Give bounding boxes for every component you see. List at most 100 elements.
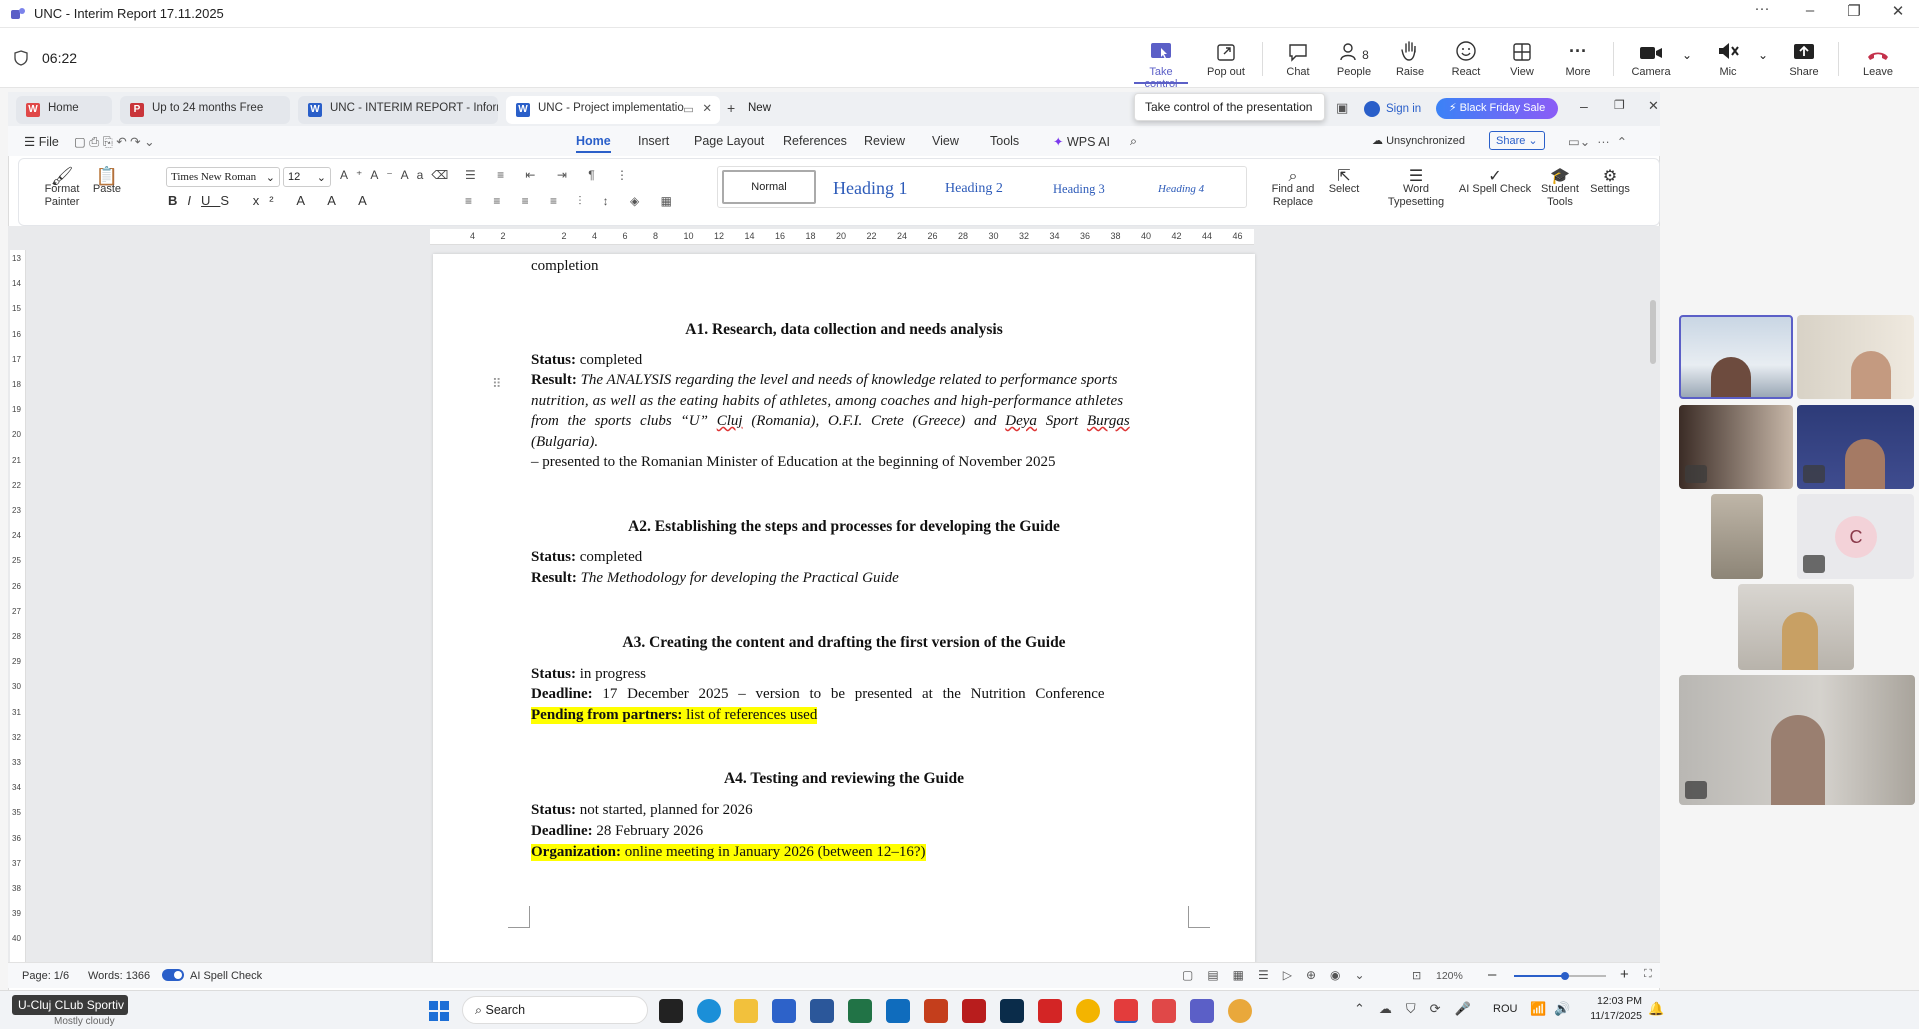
participant-video-tile[interactable] (1797, 315, 1914, 399)
alignment-tools[interactable]: ≡ ≡ ≡ ≡ ⫶ ↕ ◈ ▦ (465, 194, 681, 209)
paste-button[interactable]: 📋 Paste (88, 167, 126, 196)
tab-close-icon[interactable]: ✕ (702, 101, 712, 115)
menu-references[interactable]: References (783, 134, 847, 148)
camera-options-chevron-icon[interactable]: ⌄ (1682, 48, 1692, 62)
participant-video-tile[interactable] (1797, 405, 1914, 489)
font-size-tools[interactable]: A⁺A⁻Aa⌫ (340, 168, 456, 182)
more-button[interactable]: ··· More (1551, 34, 1605, 84)
word-typesetting-button[interactable]: ☰ Word Typesetting (1384, 169, 1448, 209)
format-painter-button[interactable]: 🖌 Format Painter (40, 167, 84, 209)
menu-file[interactable]: ☰ File (24, 134, 59, 149)
menu-wps-ai[interactable]: ✦ WPS AI (1053, 134, 1110, 149)
raise-hand-button[interactable]: Raise (1383, 34, 1437, 84)
settings-button[interactable]: ⚙ Settings (1586, 169, 1634, 196)
take-control-button[interactable]: Take control (1134, 34, 1188, 90)
sign-in-button[interactable]: Sign in (1364, 98, 1421, 120)
notification-icon[interactable]: 🔔 (1648, 1001, 1664, 1017)
clock-date[interactable]: 11/17/2025 (1580, 1010, 1642, 1022)
quick-access-icons[interactable]: ▢ ⎙ ⎘ ↶ ↷ ⌄ (74, 134, 155, 150)
student-tools-button[interactable]: 🎓 Student Tools (1538, 169, 1582, 209)
menu-review[interactable]: Review (864, 134, 905, 148)
people-button[interactable]: 8 People (1327, 34, 1381, 84)
photoshop-icon[interactable] (1000, 999, 1024, 1023)
pop-out-button[interactable]: Pop out (1199, 34, 1253, 84)
tab-home[interactable]: W Home (16, 96, 112, 124)
participant-video-tile[interactable] (1738, 584, 1854, 670)
excel-icon[interactable] (848, 999, 872, 1023)
acrobat-icon[interactable] (1038, 999, 1062, 1023)
camera-button[interactable]: Camera (1624, 34, 1678, 84)
find-replace-button[interactable]: ⌕ Find and Replace (1268, 169, 1318, 209)
close-icon[interactable]: ✕ (1878, 2, 1918, 20)
page-count[interactable]: Page: 1/6 (22, 970, 69, 982)
language-indicator[interactable]: ROU (1493, 1003, 1517, 1015)
share-button[interactable]: Share (1777, 34, 1831, 84)
wps-taskbar-icon[interactable] (1114, 999, 1138, 1023)
menu-tools[interactable]: Tools (990, 134, 1019, 148)
powerpoint-icon[interactable] (924, 999, 948, 1023)
wps-close-icon[interactable]: ✕ (1648, 98, 1659, 114)
ai-spell-check-button[interactable]: ✓ AI Spell Check (1456, 169, 1534, 196)
vertical-scrollbar[interactable] (1650, 300, 1656, 364)
system-tray-icons[interactable]: ⌃☁⛉⟳🎤 (1354, 1001, 1485, 1017)
style-heading-3[interactable]: Heading 3 (1053, 168, 1105, 208)
windows-start-icon[interactable] (428, 1000, 450, 1022)
menu-view[interactable]: View (932, 134, 959, 148)
wps-minimize-icon[interactable]: – (1580, 98, 1588, 114)
font-family-select[interactable]: Times New Roman ⌄ (166, 167, 280, 187)
window-layout-icon[interactable]: ▣ (1336, 100, 1348, 116)
vertical-ruler[interactable]: 13 14 15 16 17 18 19 20 21 22 23 24 25 26 27 28 29 30 31 32… (10, 250, 26, 962)
menu-search-icon[interactable]: ⌕ (1130, 134, 1137, 149)
minimize-icon[interactable]: – (1790, 2, 1830, 19)
outlook-icon[interactable] (886, 999, 910, 1023)
zoom-in-icon[interactable]: + (1620, 966, 1629, 983)
leave-button[interactable]: Leave (1851, 34, 1905, 84)
edge-icon[interactable] (697, 999, 721, 1023)
font-size-select[interactable]: 12 ⌄ (283, 167, 331, 187)
share-doc-button[interactable]: Share ⌄ (1489, 131, 1545, 150)
menu-page-layout[interactable]: Page Layout (694, 134, 764, 148)
menu-insert[interactable]: Insert (638, 134, 669, 148)
zoom-out-icon[interactable]: – (1488, 966, 1496, 983)
horizontal-ruler[interactable]: 4 2 2 4 6 8 10 12 14 16 18 20 22 24 26 28 30 32 34 36 38 40 42… (430, 229, 1254, 245)
clock-time[interactable]: 12:03 PM (1590, 995, 1642, 1007)
participant-video-tile[interactable] (1711, 494, 1763, 579)
mic-options-chevron-icon[interactable]: ⌄ (1758, 48, 1768, 62)
mic-button[interactable]: Mic (1701, 34, 1755, 84)
app-icon[interactable] (962, 999, 986, 1023)
title-more-icon[interactable]: ··· (1742, 0, 1782, 17)
style-normal[interactable]: Normal (722, 170, 816, 204)
style-heading-2[interactable]: Heading 2 (945, 168, 1003, 208)
view-button[interactable]: View (1495, 34, 1549, 84)
wps-pdf-icon[interactable] (1152, 999, 1176, 1023)
word-icon[interactable] (810, 999, 834, 1023)
participant-initial-tile[interactable]: C (1797, 494, 1914, 579)
text-format-tools[interactable]: BIUS x² A A A (168, 193, 377, 208)
fullscreen-icon[interactable]: ⛶ (1644, 968, 1652, 981)
participant-video-tile[interactable] (1679, 675, 1915, 805)
menu-extra-icons[interactable]: ▭⌄ ··· ⌃ (1568, 134, 1627, 149)
participant-video-tile[interactable] (1679, 315, 1793, 399)
tab-promo[interactable]: P Up to 24 months Free (120, 96, 290, 124)
unsync-status[interactable]: ☁ Unsynchronized (1372, 134, 1465, 147)
tab-interim-report[interactable]: WUNC - INTERIM REPORT - Informatio (298, 96, 498, 124)
fit-page-icon[interactable]: ⊡ (1412, 969, 1421, 982)
document-page[interactable]: completion A1. Research, data collection… (433, 254, 1255, 970)
store-icon[interactable] (772, 999, 796, 1023)
network-volume-icons[interactable]: 📶🔊 (1530, 1001, 1578, 1017)
react-button[interactable]: React (1439, 34, 1493, 84)
chrome-profile-icon[interactable] (1228, 999, 1252, 1023)
teams-icon[interactable] (1190, 999, 1214, 1023)
zoom-slider[interactable] (1514, 972, 1606, 980)
restore-icon[interactable]: ❐ (1834, 2, 1874, 20)
spell-check-toggle[interactable] (162, 969, 184, 981)
menu-home[interactable]: Home (576, 134, 611, 153)
style-heading-4[interactable]: Heading 4 (1158, 168, 1204, 208)
new-tab-icon[interactable]: + (727, 100, 735, 116)
drag-handle-icon[interactable]: ⠿ (492, 376, 502, 392)
file-explorer-icon[interactable] (734, 999, 758, 1023)
participant-video-tile[interactable] (1679, 405, 1793, 489)
task-view-icon[interactable] (659, 999, 683, 1023)
view-mode-icons[interactable]: ▢▤▦☰▷⊕◉⌄ (1182, 968, 1379, 982)
style-heading-1[interactable]: Heading 1 (833, 168, 907, 208)
